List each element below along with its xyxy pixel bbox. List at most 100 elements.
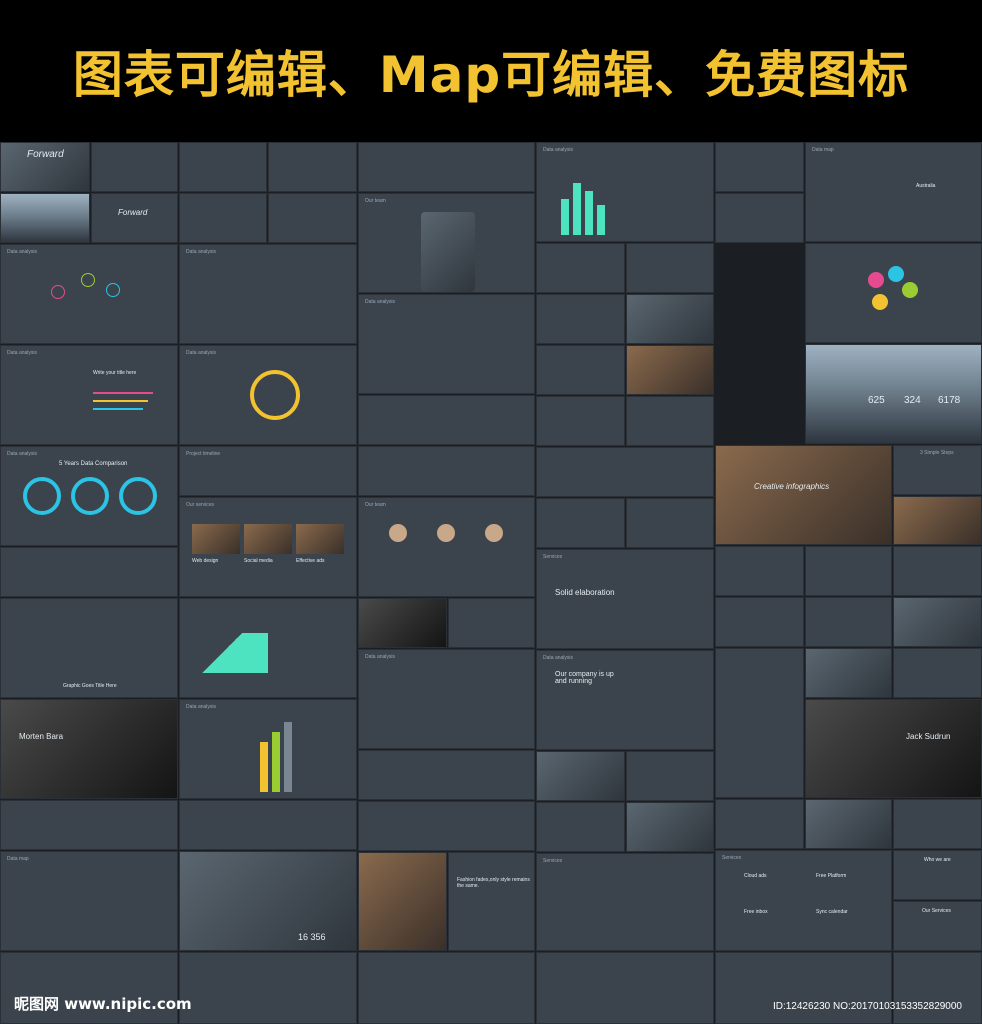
slide-mountain-stats[interactable]: 625 324 6178 xyxy=(805,344,982,444)
slide-team-photo[interactable] xyxy=(893,496,982,545)
slide-creative[interactable]: Creative infographics xyxy=(715,445,892,545)
slide-usa[interactable] xyxy=(358,446,535,496)
slide-who-we-are[interactable]: Who we are xyxy=(893,850,982,900)
slide-our-team[interactable]: Our team xyxy=(358,193,535,293)
slide-mountain[interactable] xyxy=(0,193,90,243)
slide-icons-2[interactable] xyxy=(179,952,357,1024)
slide-icons-3[interactable] xyxy=(358,952,535,1024)
slide-area-chart[interactable] xyxy=(179,598,357,698)
slide-map-g[interactable] xyxy=(626,751,714,801)
slide-desk[interactable] xyxy=(358,142,535,192)
slide-desk-2[interactable] xyxy=(626,345,714,395)
slide-europe[interactable] xyxy=(626,243,714,293)
progress-bar xyxy=(93,400,148,402)
slide-three-steps[interactable]: 3 Simple Steps xyxy=(893,445,982,495)
slide-map-j[interactable] xyxy=(805,597,892,647)
service-photo xyxy=(192,524,240,554)
slide-teal-bars[interactable]: Data analysis xyxy=(536,142,714,242)
slide-label: Project timeline xyxy=(186,451,221,457)
slide-forward-photo[interactable]: Forward xyxy=(0,142,90,192)
slide-line-chart-2[interactable]: Data analysis xyxy=(358,649,535,749)
bar xyxy=(585,191,593,235)
slide-label: Data analysis xyxy=(365,299,396,305)
slide-map-i[interactable] xyxy=(715,546,804,596)
slide-icons-4[interactable] xyxy=(536,952,714,1024)
slide-imac[interactable] xyxy=(626,294,714,344)
slide-city[interactable] xyxy=(805,648,892,698)
slide-our-services-2[interactable]: Our Services xyxy=(893,901,982,951)
stat-a: 625 xyxy=(868,395,885,406)
slide-office[interactable] xyxy=(536,751,625,801)
slide-hero[interactable]: 16 356 xyxy=(179,851,357,951)
slide-timeline-2[interactable] xyxy=(715,648,804,798)
slide-services[interactable]: Services Solid elaboration xyxy=(536,549,714,649)
progress-bar xyxy=(93,408,143,410)
slide-wind[interactable]: Graphic Goes Title Here xyxy=(0,598,178,698)
slide-services-2[interactable]: Services xyxy=(536,853,714,951)
slide-phone-2[interactable] xyxy=(268,193,357,243)
slide-table-photo[interactable] xyxy=(358,852,447,951)
stat-b: 324 xyxy=(904,395,921,406)
slide-layers[interactable] xyxy=(0,547,178,597)
slide-map-a[interactable] xyxy=(536,243,625,293)
bar xyxy=(284,722,292,792)
slide-timeline[interactable]: Project timeline xyxy=(179,446,357,496)
slide-monitor[interactable] xyxy=(268,142,357,192)
slide-tablet[interactable] xyxy=(179,142,267,192)
slide-donut-2[interactable] xyxy=(448,598,535,648)
slide-devices[interactable] xyxy=(91,142,178,192)
slide-team-3[interactable]: Our team xyxy=(358,497,535,597)
petal-icon xyxy=(902,282,918,298)
slide-man[interactable] xyxy=(893,597,982,647)
slide-donut[interactable] xyxy=(358,395,535,445)
slide-usa-2[interactable] xyxy=(805,546,892,596)
slide-dark-collage[interactable] xyxy=(358,598,447,648)
slide-our-services[interactable]: Our services Web design Social media Eff… xyxy=(179,497,357,597)
slide-wind-2[interactable] xyxy=(893,952,982,1024)
slide-rings-3[interactable] xyxy=(715,597,804,647)
slide-laptop[interactable] xyxy=(805,799,892,849)
slide-map-pins[interactable] xyxy=(358,801,535,851)
slide-map-f[interactable] xyxy=(626,498,714,548)
slide-tree-infographic[interactable]: Data analysis xyxy=(0,244,178,344)
slide-timeline-3[interactable] xyxy=(715,799,804,849)
slide-map-d[interactable] xyxy=(626,396,714,446)
slide-map-h[interactable] xyxy=(536,802,625,852)
slide-data-map[interactable]: Data map xyxy=(0,851,178,951)
slide-map-b[interactable] xyxy=(536,345,625,395)
slide-comparison[interactable] xyxy=(536,447,714,497)
area-chart xyxy=(198,633,268,673)
slide-gauge[interactable]: Data analysis xyxy=(179,345,357,445)
slide-boxes[interactable] xyxy=(715,142,804,192)
slide-five-years[interactable]: Data analysis 5 Years Data Comparison xyxy=(0,446,178,546)
slide-company[interactable]: Data analysis Our company is up and runn… xyxy=(536,650,714,750)
slide-label: Data analysis xyxy=(7,350,38,356)
slide-morten[interactable]: Morten Bara xyxy=(0,699,178,799)
slide-funnel[interactable]: Data analysis Write your title here xyxy=(0,345,178,445)
bar xyxy=(573,183,581,235)
slide-profile[interactable] xyxy=(893,546,982,596)
bar xyxy=(272,732,280,792)
slide-icons-row-2[interactable] xyxy=(893,799,982,849)
slide-fashion[interactable]: Fashion fades,only style remains the sam… xyxy=(448,852,535,951)
slide-forward-2[interactable]: Forward xyxy=(91,193,178,243)
company-text: Our company is up and running xyxy=(555,671,614,685)
slide-services-3[interactable]: Services Cloud ads Free Platform Free in… xyxy=(715,850,892,951)
slide-boxes-2[interactable] xyxy=(715,193,804,243)
slide-australia-legend[interactable] xyxy=(536,294,625,344)
slide-mini-charts[interactable] xyxy=(358,750,535,800)
slide-bar-chart[interactable]: Data analysis xyxy=(179,699,357,799)
slide-map-e[interactable] xyxy=(536,498,625,548)
slide-australia-map[interactable]: Data map Australia xyxy=(805,142,982,242)
slide-phone[interactable] xyxy=(179,193,267,243)
slide-flower[interactable] xyxy=(805,243,982,343)
slide-map-small[interactable] xyxy=(0,800,178,850)
slide-line-chart[interactable]: Data analysis xyxy=(358,294,535,394)
slide-roots[interactable]: Data analysis xyxy=(179,244,357,344)
slide-icons-5[interactable] xyxy=(715,952,892,1024)
slide-map-c[interactable] xyxy=(536,396,625,446)
slide-jack[interactable]: Jack Sudrun xyxy=(805,699,982,798)
slide-small-bars[interactable] xyxy=(179,800,357,850)
slide-meeting[interactable] xyxy=(626,802,714,852)
slide-icons-row[interactable] xyxy=(893,648,982,698)
